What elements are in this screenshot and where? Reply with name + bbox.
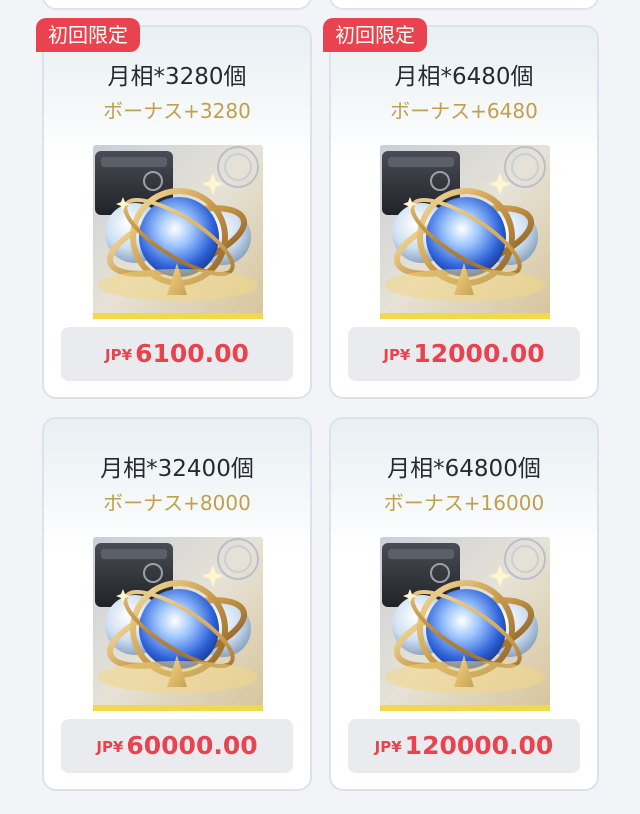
first-time-badge: 初回限定 bbox=[323, 18, 427, 52]
product-title: 月相*32400個 bbox=[100, 456, 254, 482]
product-bonus: ボーナス+16000 bbox=[383, 491, 545, 515]
buy-button[interactable]: JP¥ 12000.00 bbox=[348, 327, 580, 381]
price-amount: 12000.00 bbox=[413, 339, 545, 368]
price-amount: 6100.00 bbox=[135, 339, 249, 368]
currency-label: JP¥ bbox=[105, 346, 133, 364]
currency-label: JP¥ bbox=[96, 738, 124, 756]
product-card[interactable]: 初回限定月相*3280個 ボーナス+3280 JP¥ 6100.00 bbox=[36, 18, 312, 399]
buy-button[interactable]: JP¥ 6100.00 bbox=[61, 327, 293, 381]
product-bonus: ボーナス+3280 bbox=[103, 99, 251, 123]
moon-orb-bundle-art bbox=[93, 145, 263, 319]
product-title: 月相*64800個 bbox=[387, 456, 541, 482]
previous-card-edge-right bbox=[329, 0, 599, 10]
buy-button[interactable]: JP¥ 60000.00 bbox=[61, 719, 293, 773]
moon-orb-bundle-art bbox=[93, 537, 263, 711]
card-header-bg bbox=[44, 419, 310, 549]
product-bonus: ボーナス+8000 bbox=[103, 491, 251, 515]
moon-orb-bundle-art bbox=[380, 145, 550, 319]
buy-button[interactable]: JP¥ 120000.00 bbox=[348, 719, 580, 773]
price-amount: 120000.00 bbox=[404, 731, 554, 760]
moon-orb-bundle-art bbox=[380, 537, 550, 711]
previous-card-edge-left bbox=[42, 0, 312, 10]
first-time-badge: 初回限定 bbox=[36, 18, 140, 52]
price-amount: 60000.00 bbox=[126, 731, 258, 760]
product-bonus: ボーナス+6480 bbox=[390, 99, 538, 123]
moon-orb-bundle-icon bbox=[380, 145, 550, 319]
moon-orb-bundle-icon bbox=[380, 537, 550, 711]
moon-orb-bundle-icon bbox=[93, 145, 263, 319]
product-card[interactable]: 月相*64800個 ボーナス+16000 JP¥ 120000.00 bbox=[329, 417, 599, 791]
product-title: 月相*6480個 bbox=[394, 64, 534, 90]
product-title: 月相*3280個 bbox=[107, 64, 247, 90]
currency-label: JP¥ bbox=[374, 738, 402, 756]
card-header-bg bbox=[331, 419, 597, 549]
currency-label: JP¥ bbox=[383, 346, 411, 364]
product-card[interactable]: 月相*32400個 ボーナス+8000 JP¥ 60000.00 bbox=[42, 417, 312, 791]
product-card[interactable]: 初回限定月相*6480個 ボーナス+6480 JP¥ 12000.00 bbox=[323, 18, 599, 399]
moon-orb-bundle-icon bbox=[93, 537, 263, 711]
